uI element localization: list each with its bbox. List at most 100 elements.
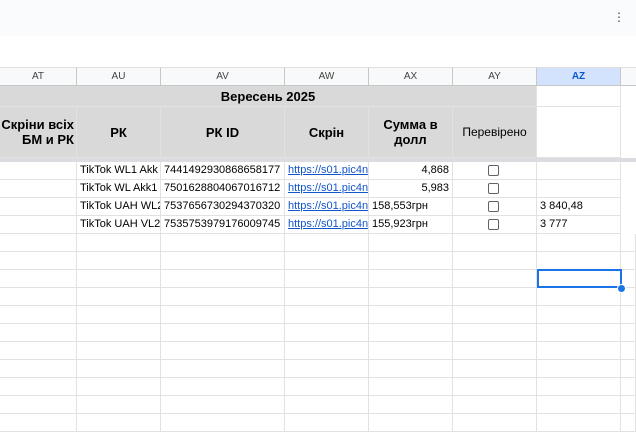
empty-cell[interactable]: [537, 288, 621, 306]
empty-cell[interactable]: [453, 252, 537, 270]
empty-cell[interactable]: [285, 288, 369, 306]
empty-cell[interactable]: [77, 252, 161, 270]
empty-cell[interactable]: [369, 288, 453, 306]
empty-cell[interactable]: [161, 288, 285, 306]
empty-cell[interactable]: [369, 234, 453, 252]
cell-sum[interactable]: 155,923грн: [369, 216, 453, 234]
empty-cell[interactable]: [0, 378, 77, 396]
empty-cell[interactable]: [0, 270, 77, 288]
empty-cell[interactable]: [369, 414, 453, 432]
empty-cell[interactable]: [0, 414, 77, 432]
empty-cell[interactable]: [453, 378, 537, 396]
header-ax[interactable]: Сумма в долл: [369, 107, 453, 158]
column-header-ay[interactable]: AY: [453, 67, 537, 86]
empty-cell[interactable]: [453, 414, 537, 432]
cell-rk[interactable]: TikTok WL Akk1: [77, 180, 161, 198]
empty-cell[interactable]: [285, 324, 369, 342]
selected-cell[interactable]: [537, 269, 622, 288]
screen-link[interactable]: https://s01.pic4n: [285, 216, 369, 234]
empty-cell[interactable]: [369, 342, 453, 360]
empty-cell[interactable]: [161, 252, 285, 270]
screen-link[interactable]: https://s01.pic4n: [285, 198, 369, 216]
column-header-au[interactable]: AU: [77, 67, 161, 86]
empty-cell[interactable]: [285, 252, 369, 270]
empty-cell[interactable]: [285, 378, 369, 396]
empty-cell[interactable]: [285, 270, 369, 288]
empty-cell[interactable]: [161, 324, 285, 342]
empty-cell[interactable]: [0, 306, 77, 324]
empty-cell[interactable]: [369, 270, 453, 288]
empty-cell[interactable]: [621, 324, 636, 342]
empty-cell[interactable]: [161, 270, 285, 288]
checkbox[interactable]: [488, 165, 499, 176]
header-av[interactable]: РК ID: [161, 107, 285, 158]
empty-cell[interactable]: [0, 360, 77, 378]
empty-cell[interactable]: [453, 324, 537, 342]
empty-cell[interactable]: [77, 234, 161, 252]
empty-cell[interactable]: [77, 306, 161, 324]
empty-cell[interactable]: [369, 306, 453, 324]
cell-az[interactable]: [537, 180, 621, 198]
empty-cell[interactable]: [285, 396, 369, 414]
empty-cell[interactable]: [77, 378, 161, 396]
cell-az[interactable]: [537, 162, 621, 180]
checkbox[interactable]: [488, 183, 499, 194]
cell[interactable]: [0, 198, 77, 216]
empty-cell[interactable]: [621, 306, 636, 324]
empty-cell[interactable]: [285, 360, 369, 378]
empty-cell[interactable]: [161, 306, 285, 324]
screen-link[interactable]: https://s01.pic4n: [285, 162, 369, 180]
empty-cell[interactable]: [369, 360, 453, 378]
cell-sum[interactable]: 4,868: [369, 162, 453, 180]
cell-rk-id[interactable]: 7535753979176009745: [161, 216, 285, 234]
empty-cell[interactable]: [161, 342, 285, 360]
empty-cell[interactable]: [77, 342, 161, 360]
column-header-az[interactable]: AZ: [537, 67, 621, 86]
header-at[interactable]: Скріни всіх БМ и РК: [0, 107, 77, 158]
empty-cell[interactable]: [0, 324, 77, 342]
empty-cell[interactable]: [537, 396, 621, 414]
empty-cell[interactable]: [161, 360, 285, 378]
column-header-at[interactable]: AT: [0, 67, 77, 86]
column-header-next[interactable]: [621, 67, 636, 86]
header-au[interactable]: РК: [77, 107, 161, 158]
checkbox[interactable]: [488, 201, 499, 212]
cell-checked[interactable]: [453, 162, 537, 180]
empty-cell[interactable]: [0, 342, 77, 360]
empty-cell[interactable]: [621, 378, 636, 396]
cell-checked[interactable]: [453, 180, 537, 198]
empty-cell[interactable]: [537, 252, 621, 270]
empty-cell[interactable]: [77, 396, 161, 414]
empty-cell[interactable]: [621, 396, 636, 414]
empty-cell[interactable]: [161, 414, 285, 432]
cell-checked[interactable]: [453, 198, 537, 216]
empty-cell[interactable]: [0, 252, 77, 270]
empty-cell[interactable]: [369, 324, 453, 342]
empty-cell[interactable]: [453, 234, 537, 252]
cell-az-title-row[interactable]: [537, 86, 621, 107]
empty-cell[interactable]: [453, 360, 537, 378]
cell-sum[interactable]: 158,553грн: [369, 198, 453, 216]
empty-cell[interactable]: [0, 396, 77, 414]
cell-rk[interactable]: TikTok UAH WL2: [77, 198, 161, 216]
empty-cell[interactable]: [369, 396, 453, 414]
empty-cell[interactable]: [77, 288, 161, 306]
empty-cell[interactable]: [621, 414, 636, 432]
empty-cell[interactable]: [0, 288, 77, 306]
empty-cell[interactable]: [453, 342, 537, 360]
empty-cell[interactable]: [537, 234, 621, 252]
empty-cell[interactable]: [285, 306, 369, 324]
fill-handle[interactable]: [617, 284, 626, 293]
merged-month-title[interactable]: Вересень 2025: [0, 86, 537, 107]
more-options-icon[interactable]: ⋮: [613, 10, 626, 24]
cell-checked[interactable]: [453, 216, 537, 234]
empty-cell[interactable]: [453, 396, 537, 414]
empty-cell[interactable]: [161, 234, 285, 252]
empty-cell[interactable]: [161, 378, 285, 396]
empty-cell[interactable]: [537, 324, 621, 342]
empty-cell[interactable]: [77, 270, 161, 288]
empty-cell[interactable]: [77, 414, 161, 432]
empty-cell[interactable]: [453, 306, 537, 324]
empty-cell[interactable]: [77, 324, 161, 342]
empty-cell[interactable]: [369, 378, 453, 396]
